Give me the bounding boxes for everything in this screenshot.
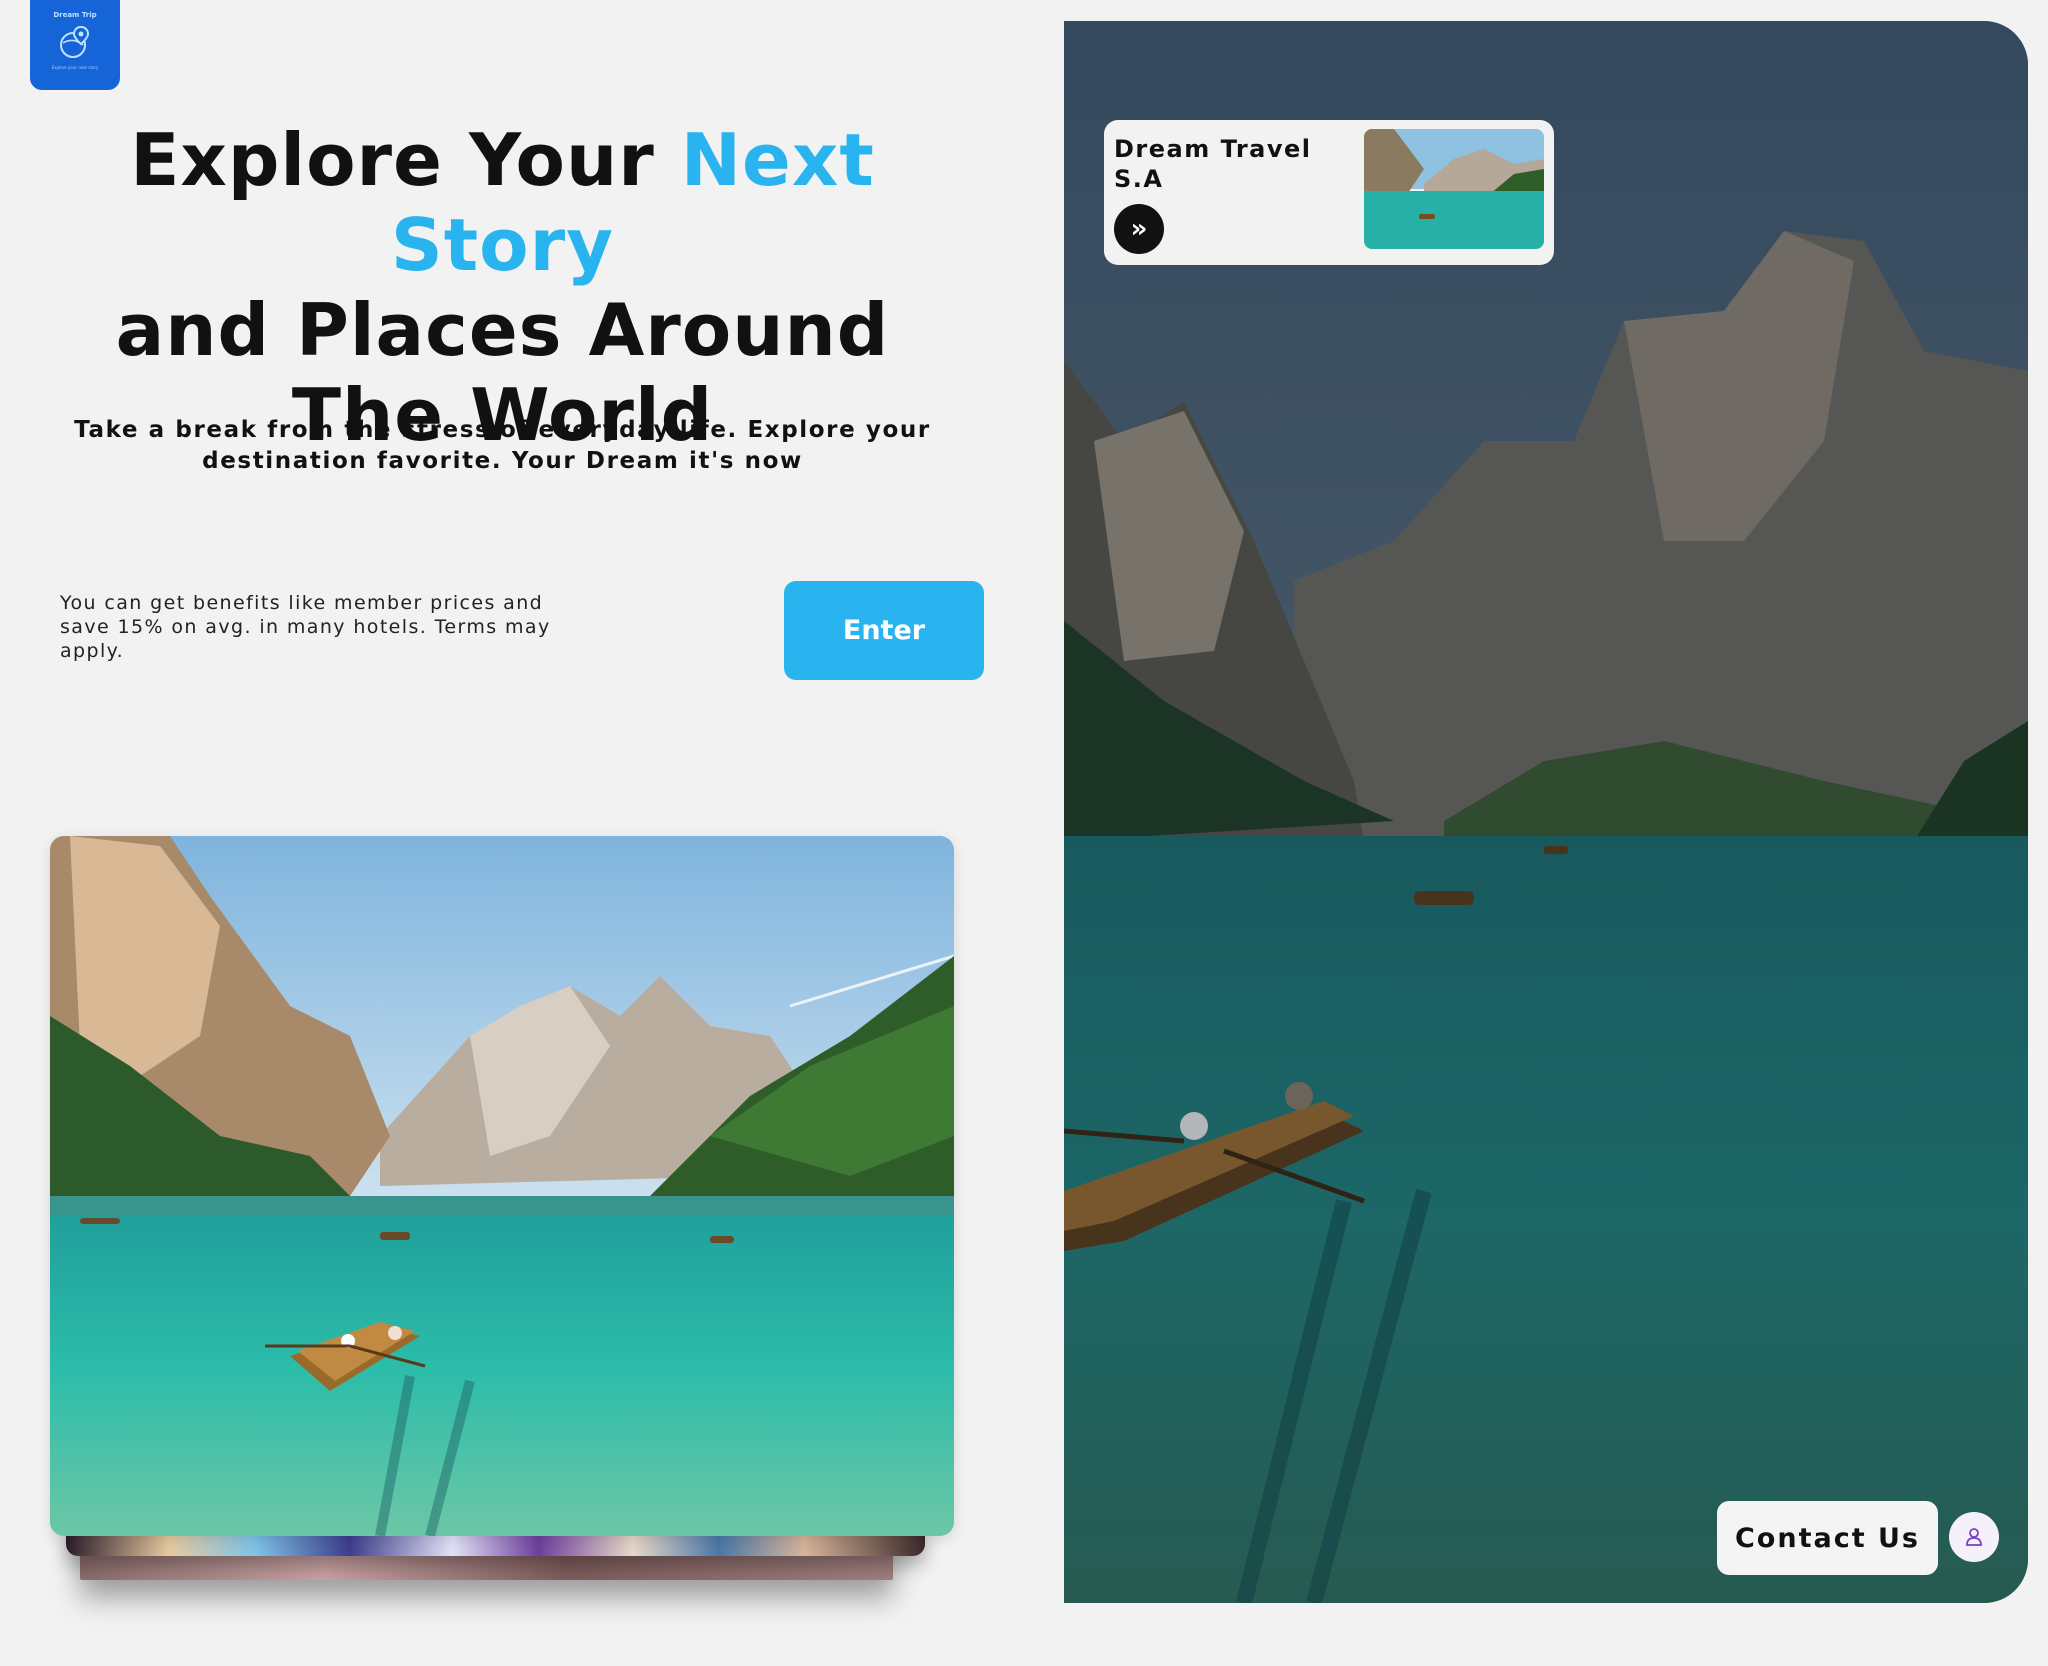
logo-title: Dream Trip — [53, 10, 97, 19]
globe-pin-icon — [60, 25, 90, 58]
logo[interactable]: Dream Trip Explore your next story — [30, 0, 120, 90]
user-icon[interactable] — [1949, 1512, 1999, 1562]
landing-page: Dream Trip Explore your next story Explo… — [0, 0, 2048, 1666]
featured-card-thumbnail — [1364, 129, 1544, 249]
featured-card[interactable]: Dream Travel S.A » — [1104, 120, 1554, 265]
contact-us-button[interactable]: Contact Us — [1717, 1501, 1938, 1575]
thumbnail-lake-photo — [1364, 129, 1544, 249]
lake-photo-card[interactable] — [50, 836, 954, 1536]
logo-tagline: Explore your next story — [51, 64, 99, 70]
benefits-text: You can get benefits like member prices … — [60, 592, 551, 662]
headline-part1: Explore Your — [130, 118, 681, 202]
enter-button[interactable]: Enter — [784, 581, 984, 680]
lake-photo — [50, 836, 954, 1536]
featured-card-title: Dream Travel S.A — [1114, 135, 1312, 193]
subheading: Take a break from the stress of everyday… — [74, 417, 931, 474]
page-title: Explore Your Next Story and Places Aroun… — [20, 118, 985, 458]
headline-line2: and Places Around — [115, 288, 890, 372]
double-chevron-right-icon[interactable]: » — [1114, 204, 1164, 254]
